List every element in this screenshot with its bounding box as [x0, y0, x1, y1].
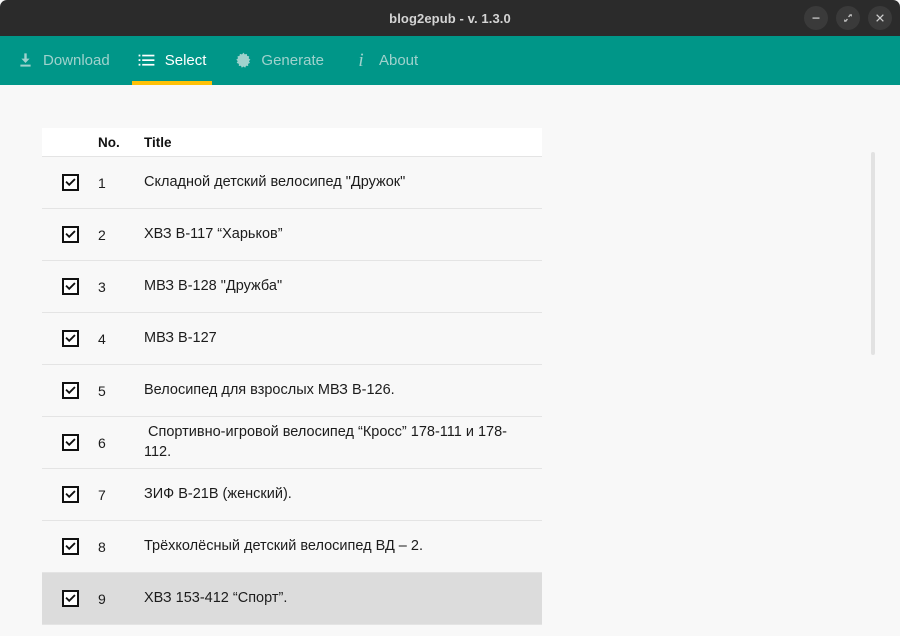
row-title: Трёхколёсный детский велосипед ВД – 2. [144, 537, 542, 556]
window-controls [804, 0, 892, 36]
row-checkbox[interactable] [62, 538, 79, 555]
window-title: blog2epub - v. 1.3.0 [389, 11, 511, 26]
row-checkbox[interactable] [62, 226, 79, 243]
check-icon [64, 228, 77, 241]
row-number: 4 [98, 331, 144, 347]
row-checkbox-cell [42, 226, 98, 243]
tab-bar: Download Select [0, 36, 900, 85]
check-icon [64, 592, 77, 605]
row-title: ХВЗ 153-412 “Спорт”. [144, 589, 542, 608]
row-checkbox[interactable] [62, 330, 79, 347]
row-title: Спортивно-игровой велосипед “Кросс” 178-… [144, 423, 542, 462]
download-icon [16, 52, 34, 70]
tab-download-label: Download [43, 52, 110, 69]
row-number: 8 [98, 539, 144, 555]
row-checkbox-cell [42, 330, 98, 347]
content-area: No. Title 1 Складной детский велосипед "… [0, 85, 900, 636]
table-header-row: No. Title [42, 128, 542, 157]
close-button[interactable] [868, 6, 892, 30]
row-title: Складной детский велосипед "Дружок" [144, 173, 542, 192]
row-title: МВЗ В-127 [144, 329, 542, 348]
tab-about-label: About [379, 52, 418, 69]
gear-icon [234, 52, 252, 70]
tab-generate[interactable]: Generate [220, 36, 338, 85]
row-checkbox-cell [42, 174, 98, 191]
table-row[interactable]: 6 Спортивно-игровой велосипед “Кросс” 17… [42, 417, 542, 469]
tab-select[interactable]: Select [124, 36, 221, 85]
row-checkbox[interactable] [62, 174, 79, 191]
check-icon [64, 332, 77, 345]
table-row[interactable]: 9 ХВЗ 153-412 “Спорт”. [42, 573, 542, 625]
row-number: 2 [98, 227, 144, 243]
row-title: ЗИФ В-21В (женский). [144, 485, 542, 504]
check-icon [64, 436, 77, 449]
row-number: 5 [98, 383, 144, 399]
row-checkbox[interactable] [62, 590, 79, 607]
minimize-icon [810, 12, 822, 24]
check-icon [64, 488, 77, 501]
row-checkbox-cell [42, 590, 98, 607]
info-glyph: i [358, 51, 363, 70]
row-title: МВЗ В-128 "Дружба" [144, 277, 542, 296]
tab-download[interactable]: Download [0, 36, 124, 85]
row-checkbox-cell [42, 486, 98, 503]
row-checkbox[interactable] [62, 434, 79, 451]
table-row[interactable]: 3 МВЗ В-128 "Дружба" [42, 261, 542, 313]
application-window: blog2epub - v. 1.3.0 [0, 0, 900, 636]
close-icon [874, 12, 886, 24]
tab-about[interactable]: i About [338, 36, 432, 85]
info-icon: i [352, 52, 370, 70]
row-checkbox-cell [42, 382, 98, 399]
row-checkbox[interactable] [62, 278, 79, 295]
row-number: 7 [98, 487, 144, 503]
check-icon [64, 176, 77, 189]
row-checkbox-cell [42, 538, 98, 555]
header-title: Title [144, 135, 542, 150]
check-icon [64, 280, 77, 293]
vertical-scrollbar[interactable] [870, 85, 876, 636]
header-no: No. [98, 135, 144, 150]
row-number: 1 [98, 175, 144, 191]
table-row[interactable]: 7 ЗИФ В-21В (женский). [42, 469, 542, 521]
list-icon [138, 52, 156, 70]
row-checkbox[interactable] [62, 486, 79, 503]
row-number: 3 [98, 279, 144, 295]
row-checkbox-cell [42, 434, 98, 451]
table-row[interactable]: 8 Трёхколёсный детский велосипед ВД – 2. [42, 521, 542, 573]
maximize-icon [842, 12, 854, 24]
minimize-button[interactable] [804, 6, 828, 30]
table-row[interactable]: 5 Велосипед для взрослых МВЗ В-126. [42, 365, 542, 417]
scrollbar-thumb[interactable] [871, 152, 875, 355]
tab-generate-label: Generate [261, 52, 324, 69]
check-icon [64, 540, 77, 553]
table-row[interactable]: 2 ХВЗ В-117 “Харьков” [42, 209, 542, 261]
title-bar: blog2epub - v. 1.3.0 [0, 0, 900, 36]
check-icon [64, 384, 77, 397]
maximize-button[interactable] [836, 6, 860, 30]
row-number: 6 [98, 435, 144, 451]
row-title: Велосипед для взрослых МВЗ В-126. [144, 381, 542, 400]
row-checkbox-cell [42, 278, 98, 295]
row-number: 9 [98, 591, 144, 607]
row-title: ХВЗ В-117 “Харьков” [144, 225, 542, 244]
table-row[interactable]: 1 Складной детский велосипед "Дружок" [42, 157, 542, 209]
tab-select-label: Select [165, 52, 207, 69]
table-row[interactable]: 4 МВЗ В-127 [42, 313, 542, 365]
row-checkbox[interactable] [62, 382, 79, 399]
post-selection-table: No. Title 1 Складной детский велосипед "… [42, 128, 542, 625]
